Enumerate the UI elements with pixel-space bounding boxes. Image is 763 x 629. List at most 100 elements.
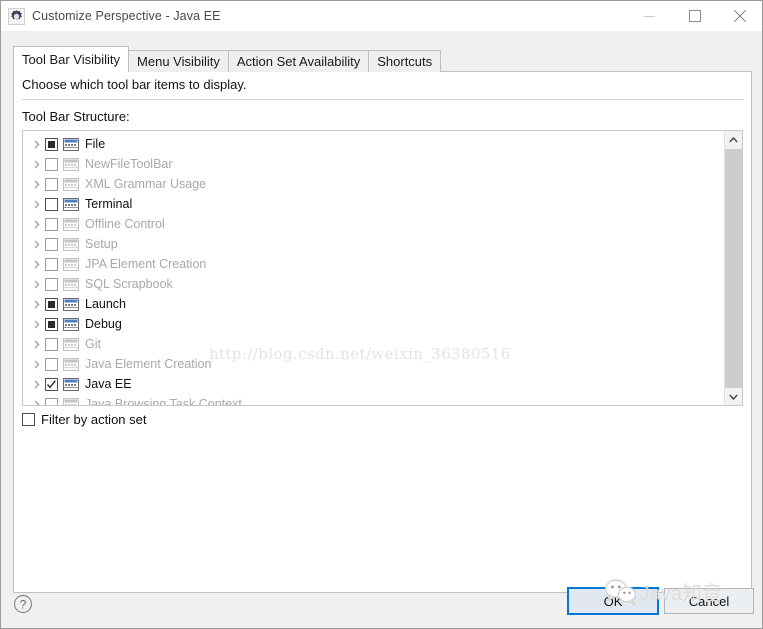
customize-perspective-dialog: Customize Perspective - Java EE Tool Bar…	[0, 0, 763, 629]
tree-row[interactable]: Terminal	[23, 194, 724, 214]
checkbox-check-icon	[46, 379, 56, 388]
toolbar-item-icon	[63, 237, 79, 251]
filter-by-action-set-checkbox[interactable]	[22, 413, 35, 426]
tree-item-checkbox[interactable]	[45, 237, 58, 251]
dialog-footer: ? OK Cancel	[1, 562, 762, 628]
chevron-down-icon	[729, 393, 738, 400]
tree-item-label: File	[85, 137, 106, 151]
tool-bar-structure-tree[interactable]: File NewFileToolBar XML Grammar Usage Termi…	[22, 130, 743, 406]
tab-tool-bar-visibility[interactable]: Tool Bar Visibility	[13, 46, 130, 72]
tree-item-label: SQL Scrapbook	[85, 277, 173, 291]
tree-row[interactable]: Offline Control	[23, 214, 724, 234]
checkbox-partial-mark	[48, 300, 55, 308]
tree-item-checkbox[interactable]	[45, 357, 58, 371]
cancel-button[interactable]: Cancel	[664, 588, 754, 614]
close-button[interactable]	[717, 1, 762, 31]
toolbar-item-icon	[63, 277, 79, 291]
expand-arrow-icon[interactable]	[29, 374, 45, 394]
tree-row[interactable]: XML Grammar Usage	[23, 174, 724, 194]
toolbar-item-icon	[63, 357, 79, 371]
filter-by-action-set-label: Filter by action set	[41, 412, 147, 427]
tree-item-checkbox[interactable]	[45, 337, 58, 351]
tree-item-checkbox[interactable]	[45, 257, 58, 271]
maximize-icon	[688, 10, 701, 22]
expand-arrow-icon[interactable]	[29, 194, 45, 214]
perspective-gear-icon	[8, 7, 25, 25]
tab-menu-visibility[interactable]: Menu Visibility	[128, 50, 229, 72]
tree-item-label: Offline Control	[85, 217, 165, 231]
expand-arrow-icon[interactable]	[29, 274, 45, 294]
tree-row[interactable]: NewFileToolBar	[23, 154, 724, 174]
tree-item-label: Launch	[85, 297, 127, 311]
expand-arrow-icon[interactable]	[29, 174, 45, 194]
toolbar-item-icon	[63, 157, 79, 171]
expand-arrow-icon[interactable]	[29, 294, 45, 314]
toolbar-item-icon	[63, 137, 79, 151]
tree-item-checkbox[interactable]	[45, 137, 58, 151]
tree-item-checkbox[interactable]	[45, 277, 58, 291]
tree-item-label: Java Browsing Task Context	[85, 397, 242, 405]
toolbar-item-icon	[63, 377, 79, 391]
tool-bar-visibility-panel: Choose which tool bar items to display. …	[13, 71, 752, 593]
tree-row[interactable]: SQL Scrapbook	[23, 274, 724, 294]
tree-item-checkbox[interactable]	[45, 297, 58, 311]
tree-vertical-scrollbar[interactable]	[724, 131, 742, 405]
scrollbar-thumb[interactable]	[725, 149, 742, 397]
tree-row[interactable]: Git	[23, 334, 724, 354]
expand-arrow-icon[interactable]	[29, 134, 45, 154]
tab-strip: Tool Bar Visibility Menu Visibility Acti…	[13, 46, 442, 72]
panel-separator	[22, 99, 744, 100]
expand-arrow-icon[interactable]	[29, 334, 45, 354]
checkbox-partial-mark	[48, 320, 55, 328]
tree-item-checkbox[interactable]	[45, 197, 58, 211]
tree-row[interactable]: Launch	[23, 294, 724, 314]
tree-item-checkbox[interactable]	[45, 157, 58, 171]
expand-arrow-icon[interactable]	[29, 234, 45, 254]
tree-item-label: Setup	[85, 237, 118, 251]
expand-arrow-icon[interactable]	[29, 314, 45, 334]
expand-arrow-icon[interactable]	[29, 354, 45, 374]
tree-item-label: Java EE	[85, 377, 132, 391]
expand-arrow-icon[interactable]	[29, 394, 45, 405]
help-question-icon[interactable]: ?	[13, 594, 33, 614]
filter-by-action-set-row[interactable]: Filter by action set	[22, 412, 147, 427]
window-title: Customize Perspective - Java EE	[32, 9, 221, 23]
tree-row[interactable]: Debug	[23, 314, 724, 334]
tree-item-checkbox[interactable]	[45, 177, 58, 191]
minimize-button[interactable]	[627, 1, 672, 31]
tree-item-label: Debug	[85, 317, 122, 331]
checkbox-partial-mark	[48, 140, 55, 148]
tree-item-checkbox[interactable]	[45, 397, 58, 405]
tree-item-list: File NewFileToolBar XML Grammar Usage Termi…	[23, 131, 724, 405]
tree-row[interactable]: JPA Element Creation	[23, 254, 724, 274]
tree-row[interactable]: Java Browsing Task Context	[23, 394, 724, 405]
expand-arrow-icon[interactable]	[29, 154, 45, 174]
toolbar-item-icon	[63, 257, 79, 271]
expand-arrow-icon[interactable]	[29, 254, 45, 274]
tree-item-checkbox[interactable]	[45, 317, 58, 331]
toolbar-item-icon	[63, 317, 79, 331]
tab-shortcuts[interactable]: Shortcuts	[368, 50, 442, 72]
svg-text:?: ?	[20, 598, 27, 612]
dialog-body: Tool Bar Visibility Menu Visibility Acti…	[1, 31, 762, 628]
tree-item-label: JPA Element Creation	[85, 257, 207, 271]
close-icon	[733, 10, 746, 22]
expand-arrow-icon[interactable]	[29, 214, 45, 234]
tree-item-checkbox[interactable]	[45, 217, 58, 231]
maximize-button[interactable]	[672, 1, 717, 31]
title-bar: Customize Perspective - Java EE	[1, 1, 762, 31]
tree-row[interactable]: File	[23, 134, 724, 154]
tree-row[interactable]: Java EE	[23, 374, 724, 394]
tree-item-checkbox[interactable]	[45, 377, 58, 391]
panel-description: Choose which tool bar items to display.	[22, 77, 247, 92]
toolbar-item-icon	[63, 217, 79, 231]
tree-row[interactable]: Setup	[23, 234, 724, 254]
window-controls	[627, 1, 762, 31]
tool-bar-structure-label: Tool Bar Structure:	[22, 109, 130, 124]
ok-button[interactable]: OK	[568, 588, 658, 614]
scroll-up-button[interactable]	[725, 131, 742, 148]
tab-action-set-availability[interactable]: Action Set Availability	[227, 50, 370, 72]
scroll-down-button[interactable]	[725, 388, 742, 405]
chevron-up-icon	[729, 136, 738, 143]
tree-row[interactable]: Java Element Creation	[23, 354, 724, 374]
